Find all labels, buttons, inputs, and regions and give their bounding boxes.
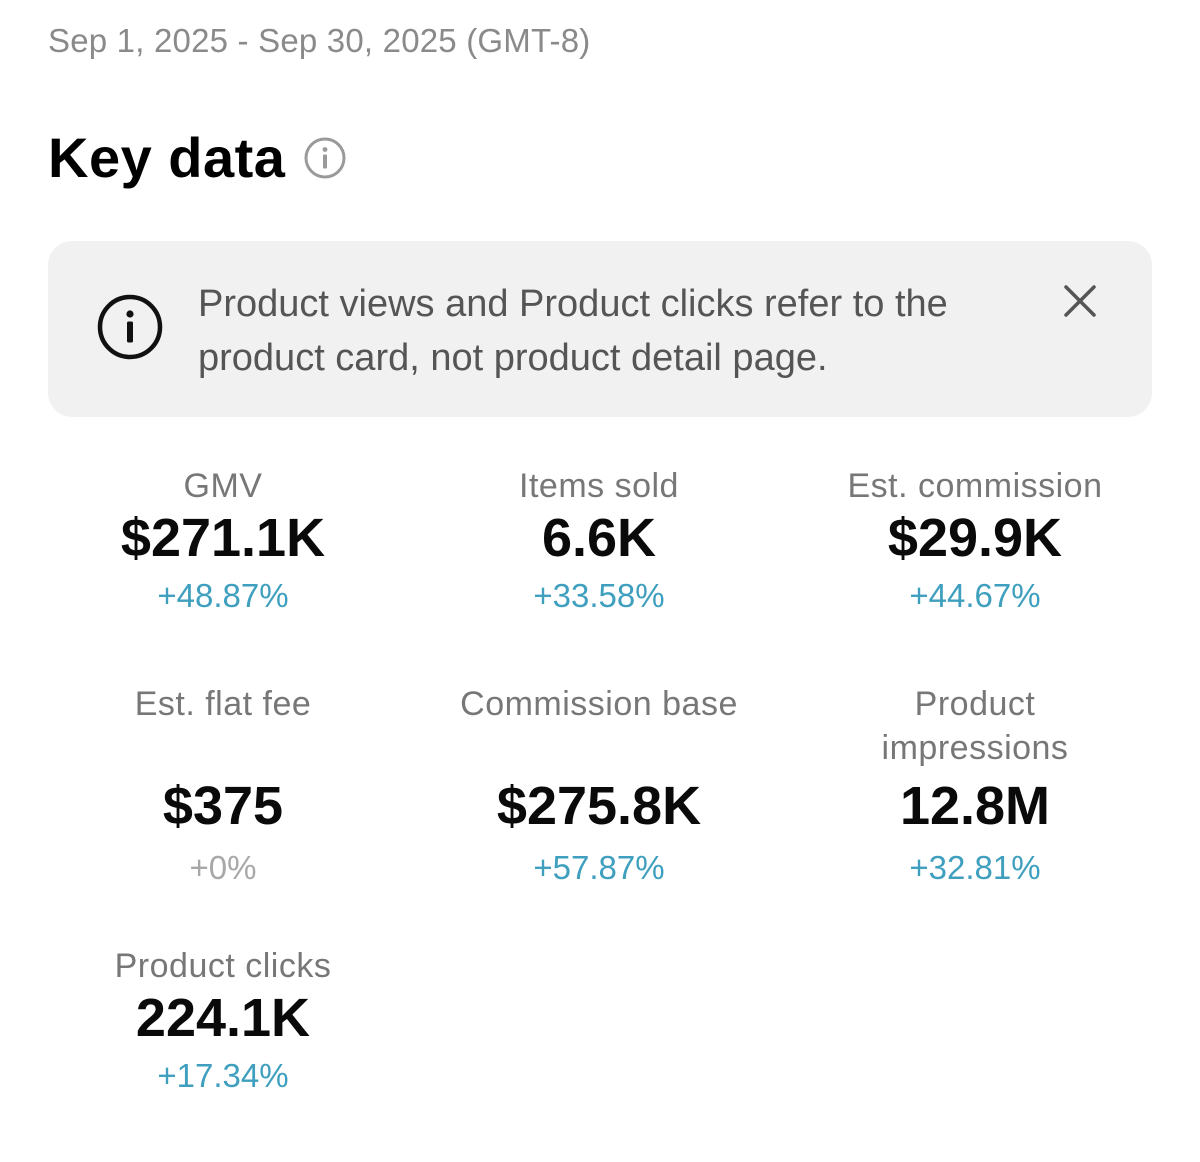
metric-change: +48.87% xyxy=(157,577,289,614)
metric-commission-base[interactable]: Commission base $275.8K +57.87% xyxy=(429,682,769,888)
date-range[interactable]: Sep 1, 2025 - Sep 30, 2025 (GMT-8) xyxy=(48,22,590,60)
metric-product-clicks[interactable]: Product clicks 224.1K +17.34% xyxy=(53,944,393,1096)
metric-label: Items sold xyxy=(519,467,679,505)
metric-value: $375 xyxy=(162,776,284,836)
metric-change: +32.81% xyxy=(909,849,1041,886)
metric-label: Product impressions xyxy=(881,685,1069,767)
close-icon[interactable] xyxy=(1060,281,1100,321)
metric-est-commission[interactable]: Est. commission $29.9K +44.67% xyxy=(805,464,1145,616)
metric-change: +17.34% xyxy=(157,1057,289,1094)
info-circle-icon[interactable] xyxy=(303,136,347,180)
page-title: Key data xyxy=(48,125,286,189)
metric-est-flat-fee[interactable]: Est. flat fee $375 +0% xyxy=(53,682,393,888)
metric-label: GMV xyxy=(183,467,263,505)
title-row: Key data xyxy=(48,124,347,190)
metric-label: Est. flat fee xyxy=(134,685,312,723)
metric-label: Product clicks xyxy=(114,947,332,985)
metric-change: +33.58% xyxy=(533,577,665,614)
metric-value: $275.8K xyxy=(496,776,702,836)
metric-value: $271.1K xyxy=(120,508,326,568)
metric-label: Est. commission xyxy=(847,467,1103,505)
metric-gmv[interactable]: GMV $271.1K +48.87% xyxy=(53,464,393,616)
metric-change: +57.87% xyxy=(533,849,665,886)
info-notice-banner: Product views and Product clicks refer t… xyxy=(48,241,1152,417)
notice-text: Product views and Product clicks refer t… xyxy=(198,283,948,379)
metric-value: 6.6K xyxy=(541,508,657,568)
metric-value: 224.1K xyxy=(135,988,311,1048)
metric-label: Commission base xyxy=(460,685,738,723)
metric-change: +44.67% xyxy=(909,577,1041,614)
metric-product-impressions[interactable]: Product impressions 12.8M +32.81% xyxy=(805,682,1145,888)
metric-value: $29.9K xyxy=(887,508,1063,568)
metric-value: 12.8M xyxy=(899,776,1051,836)
metric-change: +0% xyxy=(189,849,257,886)
metric-items-sold[interactable]: Items sold 6.6K +33.58% xyxy=(429,464,769,616)
info-circle-icon xyxy=(96,293,164,361)
